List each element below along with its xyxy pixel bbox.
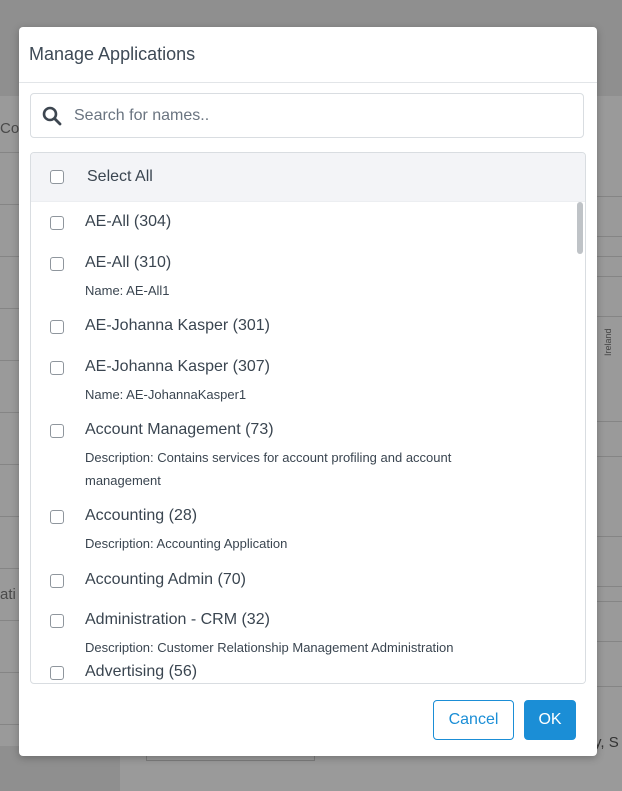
- item-checkbox[interactable]: [50, 320, 64, 334]
- dialog-header: Manage Applications: [19, 27, 597, 83]
- item-title: AE-All (304): [85, 213, 172, 230]
- list-item[interactable]: AE-Johanna Kasper (301): [31, 306, 575, 347]
- search-box[interactable]: [30, 93, 584, 138]
- item-subtitle: Description: Contains services for accou…: [85, 450, 452, 488]
- list-item[interactable]: Account Management (73) Description: Con…: [31, 410, 575, 496]
- list-item[interactable]: Accounting Admin (70): [31, 560, 575, 600]
- cancel-button[interactable]: Cancel: [433, 700, 514, 740]
- item-subtitle: Description: Accounting Application: [85, 536, 288, 551]
- select-all-label: Select All: [87, 168, 153, 185]
- list-scrollbar[interactable]: [575, 202, 585, 683]
- list-item[interactable]: AE-All (310) Name: AE-All1: [31, 243, 575, 306]
- ok-button[interactable]: OK: [524, 700, 576, 740]
- item-title: AE-Johanna Kasper (301): [85, 317, 270, 334]
- item-title: Administration - CRM (32): [85, 611, 270, 628]
- list-item[interactable]: Accounting (28) Description: Accounting …: [31, 496, 575, 560]
- search-icon: [42, 106, 62, 125]
- background-right-column: [597, 96, 622, 746]
- background-left-column: [0, 96, 20, 746]
- list-item[interactable]: AE-Johanna Kasper (307) Name: AE-Johanna…: [31, 347, 575, 410]
- item-checkbox[interactable]: [50, 510, 64, 524]
- item-subtitle: Name: AE-All1: [85, 283, 170, 298]
- item-title: Accounting (28): [85, 507, 198, 524]
- select-all-checkbox[interactable]: [50, 170, 64, 184]
- manage-applications-dialog: Manage Applications Select All AE-All (3…: [19, 27, 597, 756]
- list-item[interactable]: AE-All (304): [31, 202, 575, 243]
- item-title: Advertising (56): [85, 663, 198, 680]
- item-checkbox[interactable]: [50, 666, 64, 680]
- item-subtitle: Name: AE-JohannaKasper1: [85, 387, 247, 402]
- applications-list: Select All AE-All (304) AE-All (310) Nam…: [30, 152, 586, 684]
- list-item[interactable]: Advertising (56): [31, 652, 575, 683]
- select-all-row[interactable]: Select All: [31, 153, 585, 202]
- dialog-title: Manage Applications: [29, 44, 196, 64]
- item-checkbox[interactable]: [50, 216, 64, 230]
- item-checkbox[interactable]: [50, 614, 64, 628]
- item-title: AE-All (310): [85, 254, 172, 271]
- item-checkbox[interactable]: [50, 424, 64, 438]
- item-title: Accounting Admin (70): [85, 571, 246, 588]
- search-input[interactable]: [72, 99, 583, 132]
- background-text-ati: ati: [0, 586, 16, 603]
- application-items: AE-All (304) AE-All (310) Name: AE-All1 …: [31, 202, 575, 683]
- background-text-bottom: y, S: [594, 734, 619, 751]
- background-ireland-label: Ireland: [603, 328, 613, 356]
- item-title: AE-Johanna Kasper (307): [85, 358, 270, 375]
- item-checkbox[interactable]: [50, 574, 64, 588]
- item-title: Account Management (73): [85, 421, 274, 438]
- dialog-footer: Cancel OK: [19, 687, 597, 756]
- item-checkbox[interactable]: [50, 361, 64, 375]
- item-checkbox[interactable]: [50, 257, 64, 271]
- scrollbar-thumb[interactable]: [577, 202, 583, 254]
- background-text-con: Con: [0, 120, 20, 137]
